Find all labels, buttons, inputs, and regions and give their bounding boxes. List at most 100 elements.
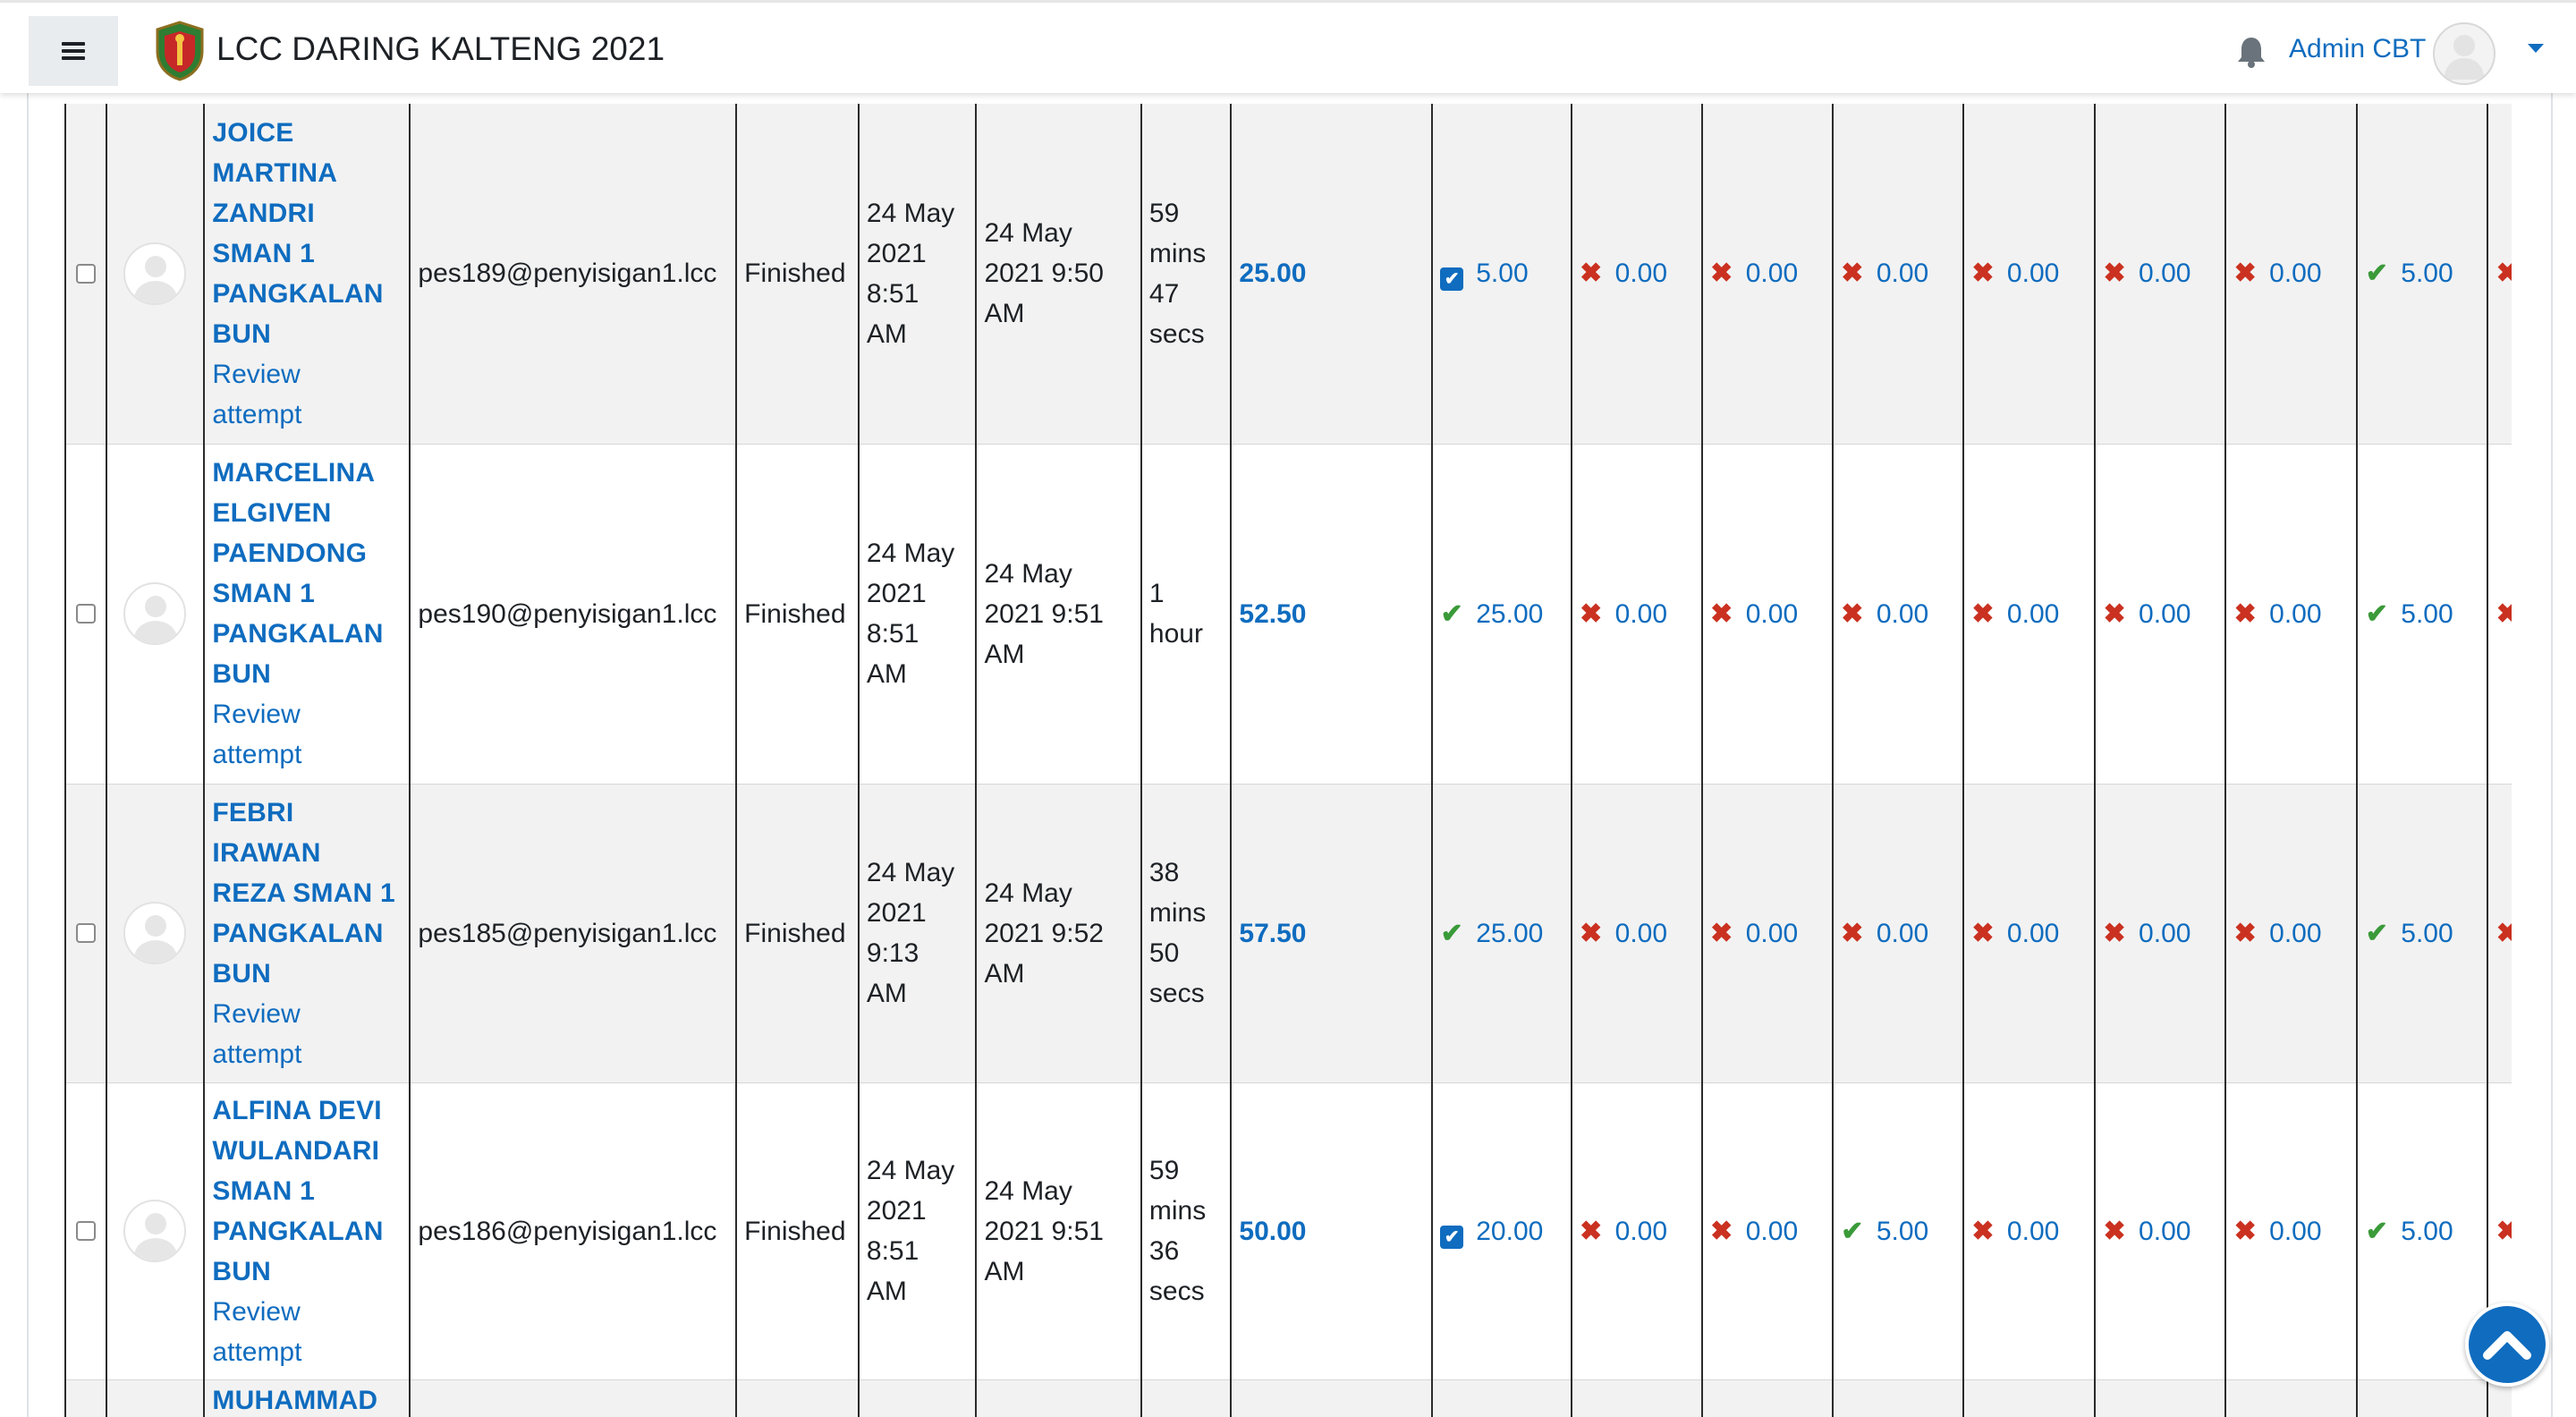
participant-name-link[interactable]: ALFINA DEVI: [212, 1090, 402, 1131]
site-logo[interactable]: [154, 21, 206, 81]
review-attempt-link[interactable]: attempt: [212, 734, 402, 775]
email-cell: pes190@penyisigan1.lcc: [409, 444, 738, 785]
question-mark-link[interactable]: ✖0.00: [1971, 919, 2059, 948]
bell-icon[interactable]: [2236, 35, 2267, 69]
participant-name-link[interactable]: PANGKALAN: [212, 913, 402, 954]
question-mark-link[interactable]: ✖0.00: [1580, 599, 1667, 629]
user-menu-caret-icon[interactable]: [2528, 44, 2544, 53]
participant-name-link[interactable]: WULANDARI: [212, 1131, 402, 1171]
question-mark-link[interactable]: ✔ 5.00: [1440, 259, 1529, 292]
participant-cell: ALFINA DEVI WULANDARI SMAN 1 PANGKALAN BUN Re…: [203, 1082, 411, 1380]
question-mark-link[interactable]: ✖0.00: [2496, 599, 2512, 629]
question-mark-link[interactable]: ✖0.00: [2103, 259, 2190, 288]
completed-text: 2021 9:51: [984, 598, 1104, 629]
back-to-top-button[interactable]: [2465, 1302, 2549, 1387]
question-mark-link[interactable]: ✔ 5.00: [2365, 1217, 2453, 1246]
started-on-text: AM: [866, 659, 907, 689]
question-mark-link[interactable]: ✖0.00: [1971, 259, 2059, 288]
site-title[interactable]: LCC DARING KALTENG 2021: [216, 24, 665, 74]
review-attempt-link[interactable]: attempt: [212, 1332, 402, 1372]
table-row: JOICE MARTINA ZANDRI SMAN 1 PANGKALAN BUN Revi…: [64, 104, 2512, 445]
duration-cell: 59 mins 47 secs: [1140, 104, 1233, 445]
participant-name-link[interactable]: BUN: [212, 654, 402, 694]
review-attempt-link[interactable]: Review: [212, 694, 402, 734]
started-on-text: 24 May: [866, 1156, 955, 1185]
time-taken-text: secs: [1148, 1277, 1205, 1306]
participant-name-link[interactable]: PANGKALAN: [212, 274, 402, 314]
participant-name-link[interactable]: ZANDRI: [212, 193, 402, 233]
participant-name-link[interactable]: BUN: [212, 1252, 402, 1292]
user-avatar-icon[interactable]: [123, 242, 187, 305]
participant-name-link[interactable]: PANGKALAN: [212, 614, 402, 654]
participant-name-link[interactable]: JOICE: [212, 113, 402, 153]
question-mark-link[interactable]: ✖0.00: [1841, 259, 1928, 288]
participant-name-link[interactable]: PAENDONG: [212, 533, 402, 573]
question-mark-link[interactable]: ✖0.00: [2233, 919, 2322, 948]
question-mark-link[interactable]: ✖0.00: [1580, 919, 1667, 948]
participant-name-link[interactable]: SMAN 1: [212, 573, 402, 614]
select-attempt-checkbox[interactable]: [75, 1221, 96, 1241]
select-attempt-checkbox[interactable]: [75, 923, 96, 943]
question-mark-link[interactable]: ✖0.00: [2496, 1217, 2512, 1246]
incorrect-icon: ✖: [2496, 598, 2512, 629]
question-mark-link[interactable]: ✖0.00: [1971, 599, 2059, 629]
question-mark-link[interactable]: ✖0.00: [1841, 919, 1928, 948]
question-mark-link[interactable]: ✔ 5.00: [2365, 259, 2453, 288]
participant-cell: MUHAMMAD: [203, 1379, 411, 1417]
question-mark-link[interactable]: ✔ 25.00: [1440, 919, 1544, 948]
participant-name-link[interactable]: BUN: [212, 314, 402, 354]
select-attempt-checkbox[interactable]: [75, 604, 96, 624]
question-mark-link[interactable]: ✔ 5.00: [2365, 599, 2453, 629]
participant-name-link[interactable]: MARCELINA: [212, 453, 402, 493]
review-attempt-link[interactable]: Review: [212, 994, 402, 1034]
question-mark-link[interactable]: ✖0.00: [2233, 259, 2322, 288]
participant-name-link[interactable]: SMAN 1: [212, 233, 402, 274]
question-mark-link[interactable]: ✖0.00: [1710, 259, 1798, 288]
user-avatar[interactable]: [2433, 22, 2496, 85]
review-attempt-link[interactable]: attempt: [212, 1034, 402, 1074]
grade-link[interactable]: 25.00: [1239, 259, 1306, 288]
participant-name-link[interactable]: SMAN 1: [212, 1171, 402, 1211]
user-avatar-icon[interactable]: [123, 1200, 187, 1262]
grade-link[interactable]: 52.50: [1239, 599, 1306, 629]
review-attempt-link[interactable]: Review: [212, 354, 402, 395]
question-mark-link[interactable]: ✖0.00: [2496, 919, 2512, 948]
question-mark-link[interactable]: ✖0.00: [2233, 599, 2322, 629]
question-mark-link[interactable]: ✖0.00: [1710, 1217, 1798, 1246]
participant-name-link[interactable]: FEBRI: [212, 793, 402, 833]
participant-name-link[interactable]: BUN: [212, 954, 402, 994]
participant-name-link[interactable]: PANGKALAN: [212, 1211, 402, 1252]
participant-name-link[interactable]: MUHAMMAD: [212, 1380, 402, 1417]
question-mark-link[interactable]: ✖0.00: [2496, 259, 2512, 288]
review-attempt-link[interactable]: attempt: [212, 395, 402, 435]
question-mark-value: 0.00: [2139, 598, 2191, 629]
question-mark-link[interactable]: ✖0.00: [1580, 259, 1667, 288]
question-mark-link[interactable]: ✔ 5.00: [2365, 919, 2453, 948]
question-mark-link[interactable]: ✔ 5.00: [1841, 1217, 1928, 1246]
participant-name-link[interactable]: REZA SMAN 1: [212, 873, 402, 913]
grade-link[interactable]: 50.00: [1239, 1217, 1306, 1246]
review-attempt-link[interactable]: Review: [212, 1292, 402, 1332]
question-mark-link[interactable]: ✖0.00: [1841, 599, 1928, 629]
question-mark-link[interactable]: ✖0.00: [1580, 1217, 1667, 1246]
question-mark-link[interactable]: ✖0.00: [1710, 599, 1798, 629]
question-mark-link[interactable]: ✖0.00: [2103, 599, 2190, 629]
participant-name-link[interactable]: IRAWAN: [212, 833, 402, 873]
attempts-table-scroll[interactable]: JOICE MARTINA ZANDRI SMAN 1 PANGKALAN BUN Revi…: [64, 104, 2512, 1417]
user-avatar-icon[interactable]: [123, 582, 187, 645]
drawer-toggle-button[interactable]: [29, 16, 118, 86]
question-mark-link[interactable]: ✖0.00: [1971, 1217, 2059, 1246]
question-mark-link[interactable]: ✖0.00: [1710, 919, 1798, 948]
participant-name-link[interactable]: MARTINA: [212, 153, 402, 193]
question-mark-link[interactable]: ✖0.00: [2103, 919, 2190, 948]
user-avatar-icon[interactable]: [123, 902, 187, 964]
question-mark-link[interactable]: ✖0.00: [2103, 1217, 2190, 1246]
question-mark-link[interactable]: ✖0.00: [2233, 1217, 2322, 1246]
participant-name-link[interactable]: ELGIVEN: [212, 493, 402, 533]
question-mark-link[interactable]: ✔ 20.00: [1440, 1217, 1543, 1249]
select-attempt-checkbox[interactable]: [75, 263, 96, 284]
question-mark-cell: ✖ 0.00: [1962, 104, 2097, 445]
user-name[interactable]: Admin CBT: [2289, 30, 2426, 69]
grade-link[interactable]: 57.50: [1239, 919, 1306, 948]
question-mark-link[interactable]: ✔ 25.00: [1440, 599, 1544, 629]
